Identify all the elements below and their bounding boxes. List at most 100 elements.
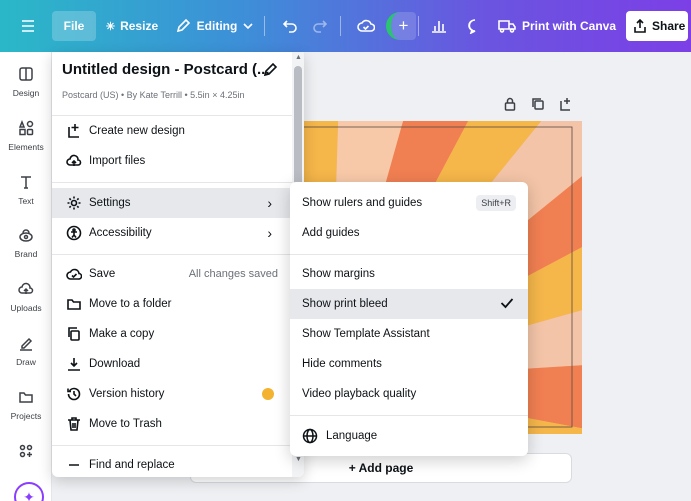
canvas-page-tools [503, 97, 573, 111]
menu-item-label: Show rulers and guides [302, 197, 423, 209]
menu-item-label: Move to Trash [89, 418, 162, 430]
sidebar-item-label: Elements [8, 142, 44, 152]
sidebar-item-elements[interactable]: Elements [0, 118, 52, 166]
sidebar-item-draw[interactable]: Draw [0, 333, 52, 381]
menu-item-label: Download [89, 358, 141, 370]
file-menu-button[interactable]: File [52, 11, 96, 41]
menu-item-label: Show print bleed [302, 298, 388, 310]
toolbar-divider [340, 16, 341, 36]
plus-icon: + [398, 16, 409, 35]
sidebar-item-label: Text [18, 196, 34, 206]
undo-button[interactable] [278, 11, 302, 41]
menu-item-show-margins[interactable]: Show margins [290, 259, 528, 289]
trash-icon [68, 417, 80, 431]
cloud-check-icon [66, 268, 82, 280]
menu-item-label: Add guides [302, 227, 360, 239]
menu-item-move-to-folder[interactable]: Move to a folder [52, 289, 292, 319]
scroll-up-icon[interactable]: ▲ [295, 54, 302, 61]
menu-item-label: Find and replace [89, 459, 175, 471]
file-menu: Untitled design - Postcard (... Postcard… [52, 52, 304, 477]
sidebar-item-label: Uploads [10, 303, 42, 313]
menu-item-show-template-assistant[interactable]: Show Template Assistant [290, 319, 528, 349]
menu-item-label: Create new design [89, 125, 185, 137]
top-toolbar: File ✳ Resize Editing + Print with Canva… [0, 0, 691, 52]
menu-item-add-guides[interactable]: Add guides [290, 218, 528, 248]
menu-item-label: Save [89, 268, 116, 280]
menu-item-move-to-trash[interactable]: Move to Trash [52, 409, 292, 439]
design-details: Postcard (US) • By Kate Terrill • 5.5in … [62, 90, 245, 100]
scroll-down-icon[interactable]: ▼ [295, 456, 302, 463]
print-with-canva-button[interactable]: Print with Canva [496, 11, 618, 41]
share-label: Share [652, 19, 686, 33]
bar-chart-icon [432, 21, 446, 33]
add-page-icon[interactable] [559, 97, 573, 111]
toolbar-divider [264, 16, 265, 36]
save-status-cloud-button[interactable] [354, 11, 378, 41]
menu-item-label: Settings [89, 197, 131, 209]
duplicate-icon[interactable] [531, 97, 545, 111]
menu-item-save[interactable]: Save All changes saved [52, 259, 292, 289]
sidebar-item-text[interactable]: Text [0, 172, 52, 220]
apps-icon [19, 444, 33, 458]
add-page-icon [68, 124, 79, 138]
hamburger-icon [22, 20, 34, 32]
menu-item-version-history[interactable]: Version history [52, 379, 292, 409]
lock-icon[interactable] [503, 97, 517, 111]
menu-item-language[interactable]: Language [290, 421, 528, 451]
editing-mode-button[interactable]: Editing [171, 11, 257, 41]
menu-item-find-replace[interactable]: Find and replace [52, 450, 292, 477]
crown-icon [262, 388, 274, 400]
divider [52, 445, 292, 446]
sidebar-item-design[interactable]: Design [0, 64, 52, 112]
undo-icon [282, 20, 297, 33]
checkmark-icon [500, 297, 514, 312]
folder-icon [19, 392, 33, 403]
redo-button[interactable] [308, 11, 332, 41]
accessibility-icon [66, 225, 82, 241]
history-icon [67, 387, 81, 401]
menu-item-download[interactable]: Download [52, 349, 292, 379]
resize-button[interactable]: ✳ Resize [100, 11, 164, 41]
design-title[interactable]: Untitled design - Postcard (... [62, 61, 270, 78]
gear-icon [67, 196, 81, 210]
menu-item-hide-comments[interactable]: Hide comments [290, 349, 528, 379]
brand-icon [19, 229, 33, 242]
menu-item-label: Version history [89, 388, 165, 400]
copy-icon [68, 327, 80, 341]
menu-item-video-playback-quality[interactable]: Video playback quality [290, 379, 528, 409]
insights-button[interactable] [426, 11, 452, 41]
left-sidebar: Design Elements Text Brand Uploads Draw … [0, 52, 52, 501]
menu-item-make-copy[interactable]: Make a copy [52, 319, 292, 349]
upload-cloud-icon [66, 154, 82, 166]
menu-item-settings[interactable]: Settings › [52, 188, 292, 218]
sidebar-item-label: Draw [16, 357, 36, 367]
menu-item-label: Move to a folder [89, 298, 172, 310]
sidebar-item-projects[interactable]: Projects [0, 387, 52, 435]
menu-item-label: Video playback quality [302, 388, 417, 400]
toolbar-divider [418, 16, 419, 36]
shapes-icon [18, 120, 34, 136]
main-menu-button[interactable] [14, 11, 42, 41]
menu-item-import-files[interactable]: Import files [52, 146, 292, 176]
chevron-down-icon [243, 23, 253, 30]
sidebar-item-uploads[interactable]: Uploads [0, 279, 52, 327]
divider [52, 254, 292, 255]
menu-item-create-new-design[interactable]: Create new design [52, 116, 292, 146]
divider [290, 415, 528, 416]
layout-icon [19, 67, 33, 81]
sidebar-item-brand[interactable]: Brand [0, 225, 52, 273]
sidebar-item-label: Brand [14, 249, 38, 259]
menu-item-label: Import files [89, 155, 146, 167]
rename-button[interactable] [262, 62, 278, 83]
cloud-check-icon [357, 19, 375, 32]
menu-item-show-print-bleed[interactable]: Show print bleed [290, 289, 528, 319]
add-collaborator-button[interactable]: + [386, 12, 416, 40]
comments-button[interactable] [462, 11, 488, 41]
menu-item-label: Language [326, 430, 378, 442]
truck-icon [498, 20, 516, 33]
folder-icon [67, 299, 81, 310]
text-icon [21, 176, 31, 189]
share-button[interactable]: Share [626, 11, 688, 41]
menu-item-show-rulers[interactable]: Show rulers and guides Shift+R [290, 188, 528, 218]
menu-item-accessibility[interactable]: Accessibility › [52, 218, 292, 248]
